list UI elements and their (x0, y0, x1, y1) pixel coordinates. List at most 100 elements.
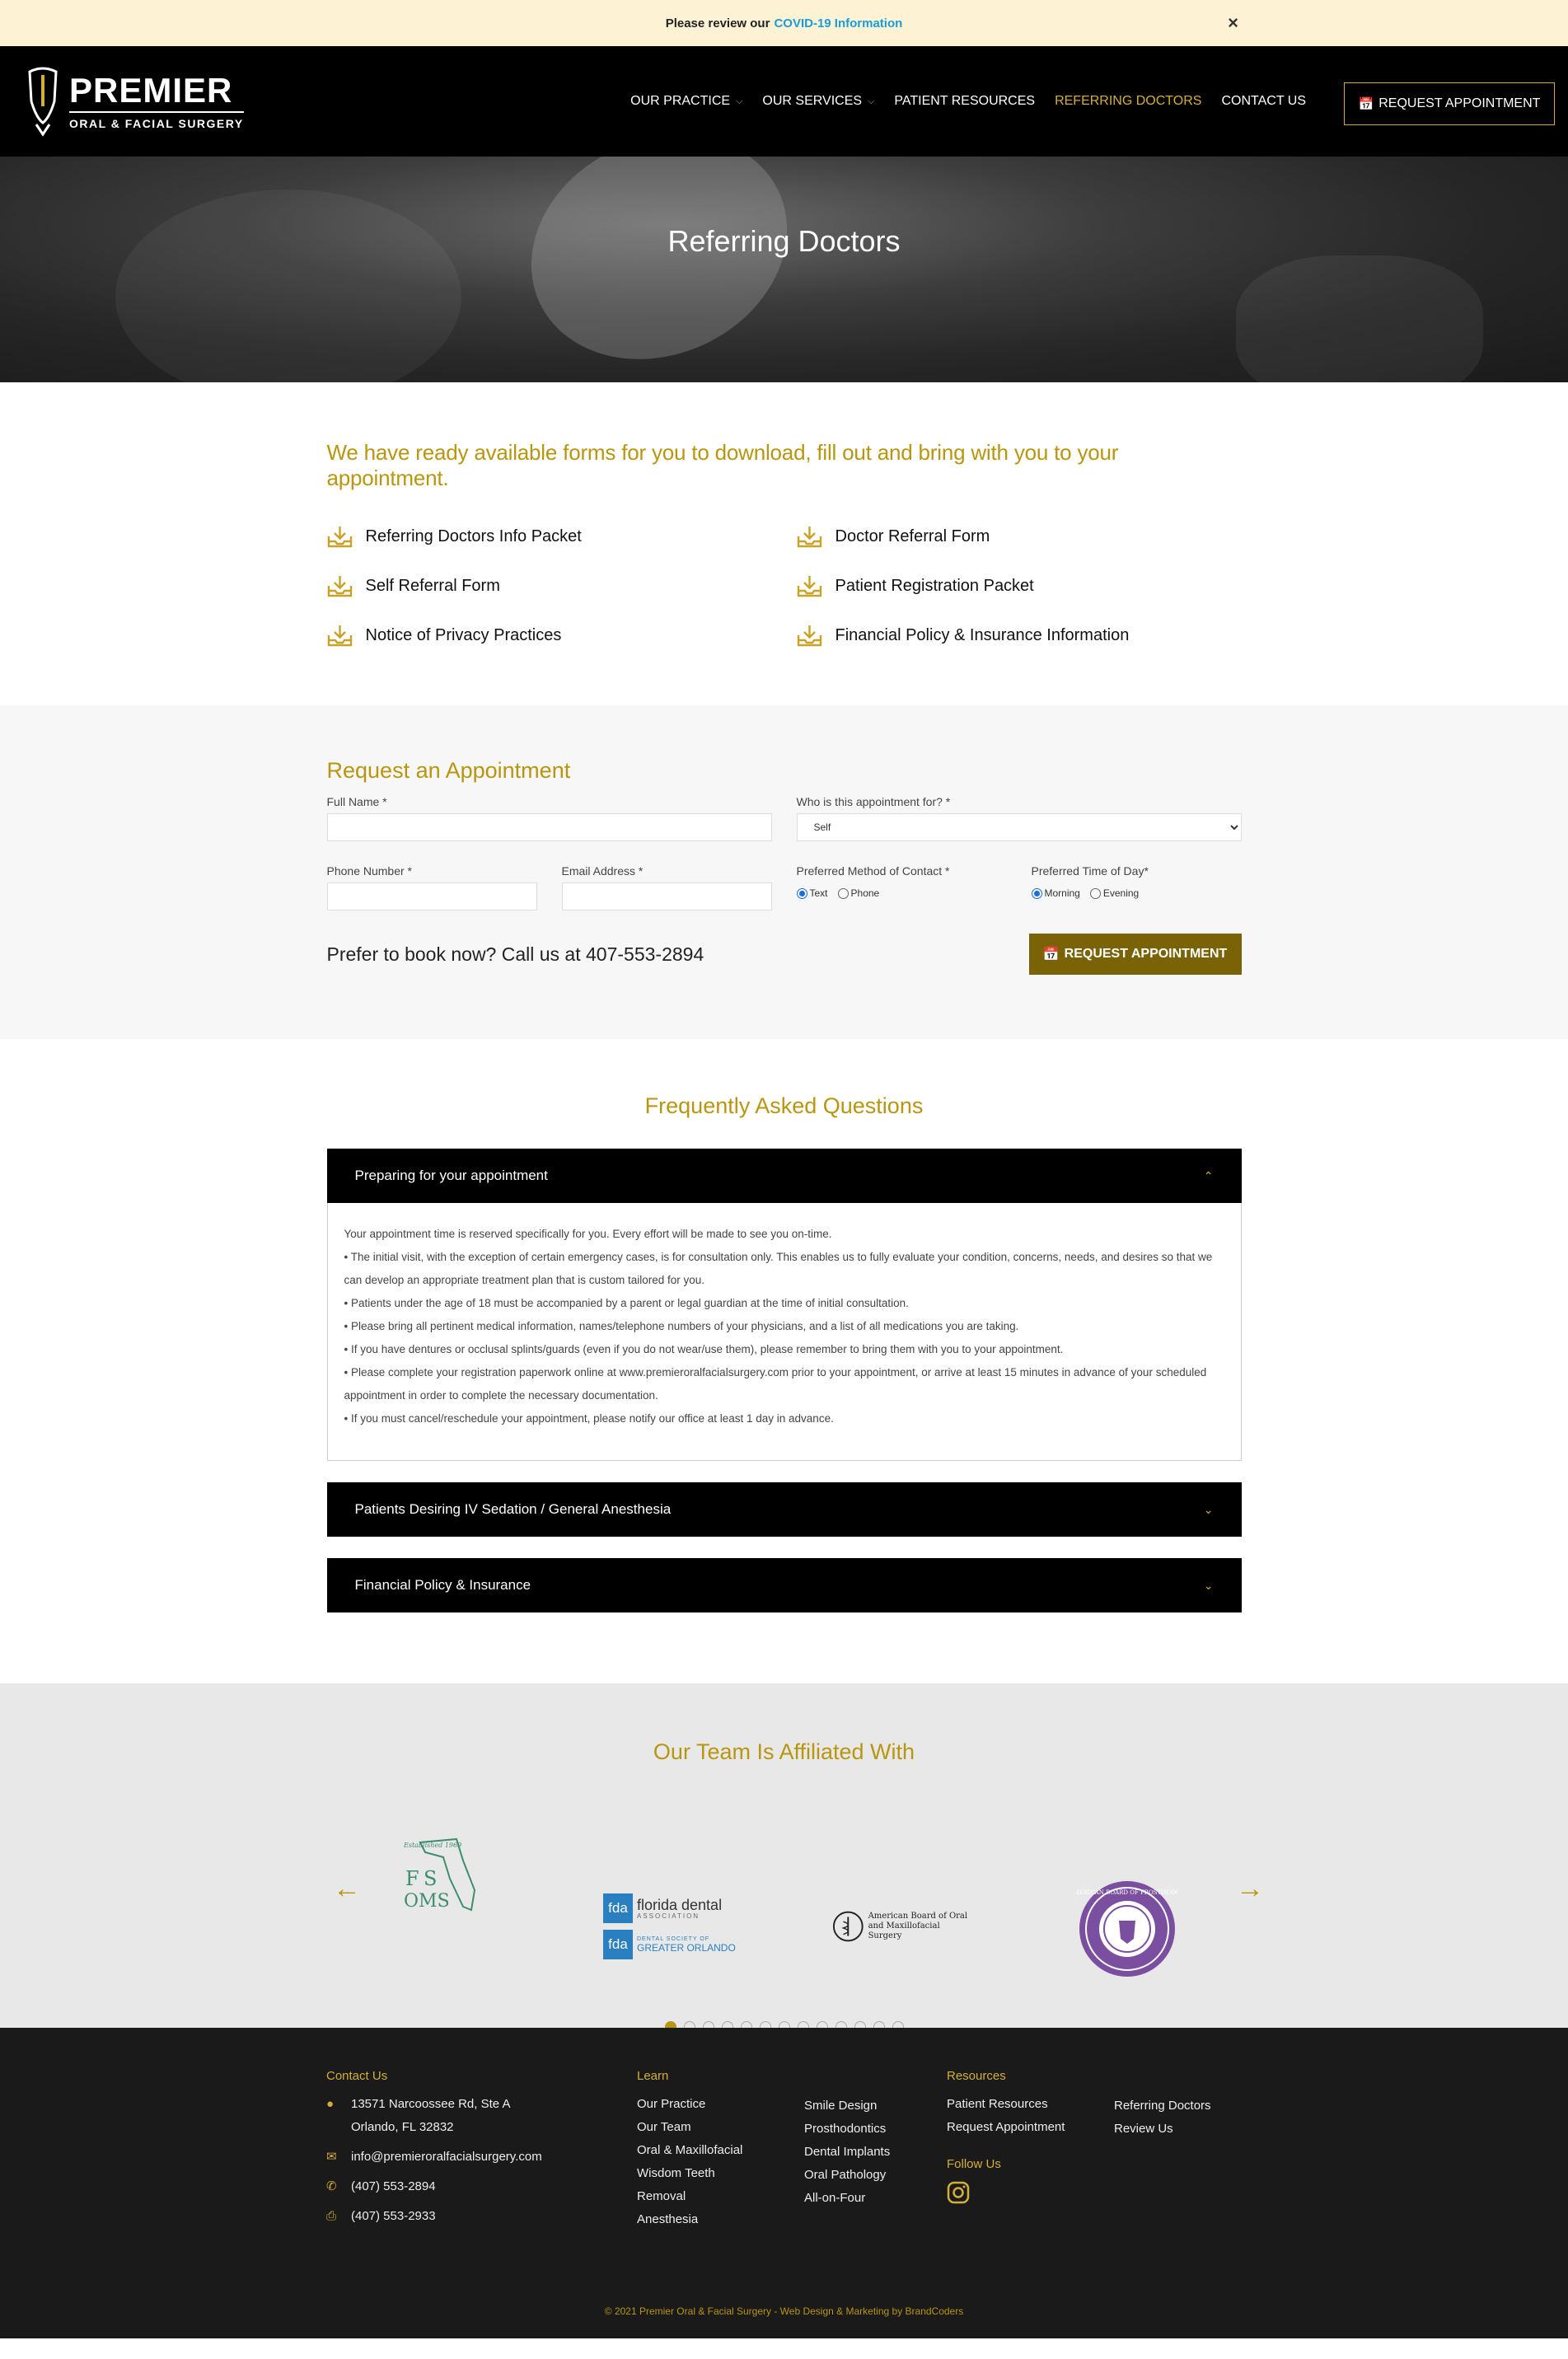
svg-text:F: F (405, 1867, 419, 1890)
footer-link[interactable]: Our Practice (637, 2093, 742, 2116)
email-input[interactable] (561, 882, 772, 910)
main-nav: OUR PRACTICE ⌵ OUR SERVICES ⌵ PATIENT RESO… (620, 46, 1316, 157)
svg-text:THE AMERICAN BOARD OF PROSTHOD: THE AMERICAN BOARD OF PROSTHODONTICS (1076, 1889, 1178, 1896)
covid-banner: Please review our COVID-19 Information × (0, 0, 1568, 46)
footer-link[interactable]: Wisdom Teeth (637, 2162, 742, 2185)
svg-text:OMS: OMS (404, 1891, 450, 1912)
chevron-down-icon: ⌄ (1203, 1502, 1214, 1516)
footer-phone[interactable]: (407) 553-2894 (351, 2175, 436, 2198)
footer-resources-heading: Resources (947, 2069, 1006, 2083)
copyright: © 2021 Premier Oral & Facial Surgery - W… (604, 2305, 964, 2317)
contact-method-field: Preferred Method of Contact * Text Phone (796, 864, 1007, 910)
chevron-down-icon: ⌄ (1203, 1578, 1214, 1592)
phone-field: Phone Number * (326, 864, 537, 910)
mail-icon: ✉ (326, 2150, 337, 2164)
form-link-financial-policy[interactable]: Financial Policy & Insurance Information (797, 623, 1242, 648)
nav-patient-resources[interactable]: PATIENT RESOURCES (884, 94, 1045, 109)
footer-email[interactable]: info@premieroralfacialsurgery.com (351, 2146, 542, 2169)
nav-our-practice[interactable]: OUR PRACTICE ⌵ (620, 94, 752, 109)
footer-link[interactable]: Request Appointment (947, 2116, 1065, 2139)
footer-follow-heading: Follow Us (947, 2157, 1001, 2171)
close-icon[interactable]: × (1228, 12, 1238, 34)
faq-item-preparing[interactable]: Preparing for your appointment ⌃ (326, 1149, 1242, 1203)
footer-link[interactable]: Review Us (1114, 2118, 1211, 2141)
footer-link[interactable]: All-on-Four (804, 2187, 890, 2210)
call-text: Prefer to book now? Call us at 407-553-2… (326, 943, 704, 965)
form-link-referring-info-packet[interactable]: Referring Doctors Info Packet (327, 524, 797, 549)
phone-input[interactable] (326, 882, 537, 910)
faq-item-preparing-body: Your appointment time is reserved specif… (326, 1203, 1242, 1461)
instagram-icon[interactable] (947, 2181, 970, 2204)
footer-link[interactable]: Dental Implants (804, 2141, 890, 2164)
form-link-doctor-referral[interactable]: Doctor Referral Form (797, 524, 1242, 549)
form-link-privacy-practices[interactable]: Notice of Privacy Practices (327, 623, 797, 648)
radio-phone[interactable]: Phone (837, 887, 879, 899)
download-icon (327, 576, 352, 597)
chevron-up-icon: ⌃ (1203, 1168, 1214, 1182)
site-footer: Contact Us ● 13571 Narcoossee Rd, Ste A Or… (0, 2028, 1568, 2338)
footer-link[interactable]: Oral Pathology (804, 2164, 890, 2187)
logo-title: PREMIER (69, 73, 244, 113)
logo[interactable]: PREMIER ORAL & FACIAL SURGERY (25, 65, 244, 138)
footer-link[interactable]: Oral & Maxillofacial (637, 2139, 742, 2162)
arrow-right-icon[interactable]: → (1236, 1873, 1264, 1905)
form-link-self-referral[interactable]: Self Referral Form (327, 573, 797, 598)
appointment-section: Request an Appointment Full Name * Who i… (0, 705, 1568, 1039)
phone-label: Phone Number * (326, 864, 413, 878)
tooth-shield-logo-icon (28, 67, 58, 137)
full-name-label: Full Name * (326, 795, 387, 808)
footer-link[interactable]: Our Team (637, 2116, 742, 2139)
fda-logo: fda florida dental ASSOCIATION fda DENTA… (603, 1886, 743, 1967)
footer-learn-heading: Learn (637, 2069, 669, 2083)
affiliations-heading: Our Team Is Affiliated With (653, 1739, 915, 1764)
email-field: Email Address * (561, 864, 772, 910)
email-label: Email Address * (561, 864, 644, 878)
footer-link[interactable]: Smile Design (804, 2095, 890, 2118)
footer-link[interactable]: Removal (637, 2185, 742, 2208)
footer-resources-2: Referring Doctors Review Us (1114, 2095, 1211, 2141)
download-icon (797, 576, 821, 597)
radio-morning[interactable]: Morning (1031, 887, 1080, 899)
footer-link[interactable]: Prosthodontics (804, 2118, 890, 2141)
footer-fax: (407) 553-2933 (351, 2209, 436, 2223)
submit-request-appointment-button[interactable]: 📅 REQUEST APPOINTMENT (1028, 934, 1242, 975)
faq-item-iv-sedation[interactable]: Patients Desiring IV Sedation / General … (326, 1482, 1242, 1537)
chevron-down-icon: ⌵ (736, 96, 743, 106)
affiliations-section: Our Team Is Affiliated With ← Establishe… (0, 1683, 1568, 2033)
download-icon (327, 527, 352, 548)
footer-learn-2: Smile Design Prosthodontics Dental Impla… (804, 2095, 890, 2210)
nav-contact-us[interactable]: CONTACT US (1211, 94, 1316, 109)
abom-logo: American Board of Oral and Maxillofacial… (832, 1906, 972, 1947)
faq-heading: Frequently Asked Questions (644, 1093, 924, 1118)
radio-evening[interactable]: Evening (1089, 887, 1139, 899)
full-name-input[interactable] (326, 813, 772, 841)
time-of-day-label: Preferred Time of Day* (1031, 864, 1149, 878)
logo-subtitle: ORAL & FACIAL SURGERY (69, 117, 244, 130)
radio-text[interactable]: Text (796, 887, 828, 899)
footer-contact-heading: Contact Us (326, 2069, 388, 2083)
download-icon (797, 527, 821, 548)
hero-banner: Referring Doctors (0, 157, 1568, 382)
fax-icon: ⎙ (326, 2209, 337, 2223)
footer-link[interactable]: Patient Resources (947, 2093, 1065, 2116)
map-pin-icon: ● (326, 2097, 335, 2111)
who-label: Who is this appointment for? * (796, 795, 951, 808)
contact-method-label: Preferred Method of Contact * (796, 864, 950, 878)
calendar-icon: 📅 (1358, 97, 1374, 111)
covid-info-link[interactable]: COVID-19 Information (774, 16, 902, 30)
time-of-day-field: Preferred Time of Day* Morning Evening (1031, 864, 1242, 910)
form-link-patient-registration[interactable]: Patient Registration Packet (797, 573, 1242, 598)
footer-link[interactable]: Referring Doctors (1114, 2095, 1211, 2118)
header-request-appointment-button[interactable]: 📅 REQUEST APPOINTMENT (1344, 82, 1555, 125)
faq-item-financial[interactable]: Financial Policy & Insurance ⌄ (326, 1558, 1242, 1612)
nav-referring-doctors[interactable]: REFERRING DOCTORS (1045, 94, 1211, 109)
nav-our-services[interactable]: OUR SERVICES ⌵ (752, 94, 884, 109)
fsoms-logo: Established 1969 F S OMS (392, 1823, 491, 1922)
footer-link[interactable]: Anesthesia (637, 2208, 742, 2231)
footer-learn: Learn Our Practice Our Team Oral & Maxil… (637, 2069, 742, 2231)
who-select[interactable]: Self (796, 813, 1242, 841)
forms-section: We have ready available forms for you to… (0, 382, 1568, 705)
arrow-left-icon[interactable]: ← (333, 1873, 361, 1905)
calendar-icon: 📅 (1042, 948, 1060, 962)
download-icon (797, 625, 821, 647)
